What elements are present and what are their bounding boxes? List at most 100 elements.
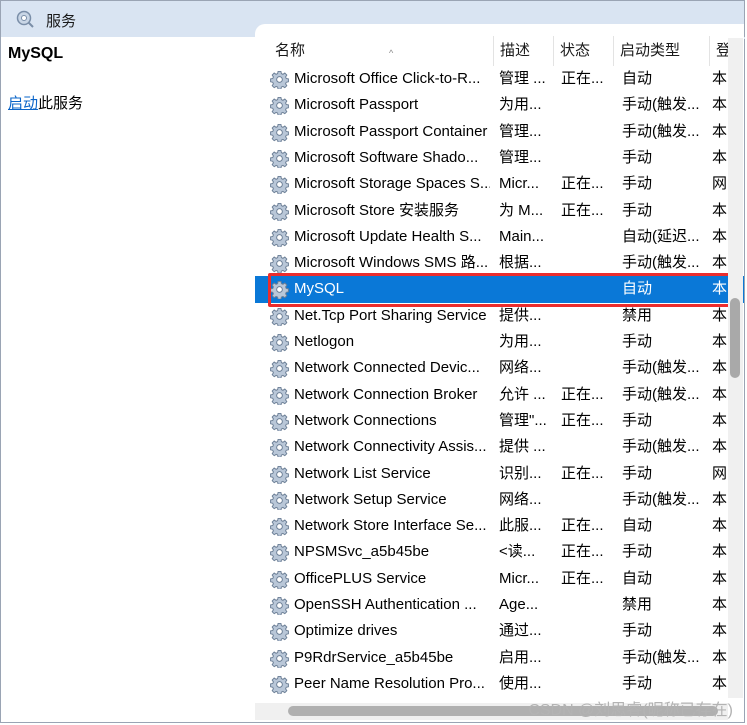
service-gear-icon — [270, 228, 289, 248]
service-row[interactable]: Optimize drives 通过... 手动 本 — [255, 618, 744, 644]
service-row[interactable]: Microsoft Passport Container 管理... 手动(触发..… — [255, 119, 744, 145]
service-status: 正在... — [561, 517, 604, 535]
service-name: Network Setup Service — [294, 490, 447, 508]
service-description: Micr... — [499, 569, 539, 587]
service-row[interactable]: Peer Name Resolution Pro... 使用... 手动 本 — [255, 671, 744, 697]
service-startup-type: 手动 — [622, 464, 653, 482]
vertical-scrollbar[interactable] — [728, 38, 743, 698]
service-gear-icon — [270, 280, 289, 301]
service-row[interactable]: Netlogon 为用... 手动 本 — [255, 329, 744, 355]
service-name: P9RdrService_a5b45be — [294, 648, 454, 666]
service-startup-type: 手动(触发... — [622, 359, 700, 377]
service-status — [561, 224, 609, 250]
column-header-desc[interactable]: 描述 — [494, 36, 554, 66]
service-row[interactable]: Network Connection Broker 允许 ... 正在... 手动(触… — [255, 382, 744, 408]
service-row[interactable]: Microsoft Windows SMS 路... 根据... 手动(触发... 本 — [255, 250, 744, 276]
service-row[interactable]: P9RdrService_a5b45be 启用... 手动(触发... 本 — [255, 645, 744, 671]
service-gear-icon — [270, 359, 289, 380]
service-startup-type: 禁用 — [622, 596, 653, 613]
column-header-startup[interactable]: 启动类型 — [614, 36, 710, 66]
service-row[interactable]: Network Connectivity Assis... 提供 ... 手动(触发… — [255, 434, 744, 460]
vertical-scroll-thumb[interactable] — [730, 298, 740, 378]
service-startup-type: 手动 — [622, 543, 653, 561]
service-row[interactable]: Network List Service 识别... 正在... 手动 网 — [255, 461, 744, 487]
service-startup-type: 禁用 — [622, 306, 653, 324]
column-header-row: 名称 ^ 描述 状态 启动类型 登 — [255, 36, 744, 66]
service-description: 提供 ... — [499, 438, 546, 456]
service-row[interactable]: Microsoft Passport 为用... 手动(触发... 本 — [255, 92, 744, 118]
service-logon: 本 — [712, 70, 728, 87]
service-status: 正在... — [561, 569, 604, 587]
service-gear-icon — [270, 386, 289, 406]
service-status: 正在... — [561, 543, 604, 561]
service-logon: 本 — [712, 254, 728, 272]
service-row[interactable]: MySQL 自动 本 — [255, 276, 744, 303]
service-name: Microsoft Windows SMS 路... — [294, 254, 489, 272]
service-name: Network Connectivity Assis... — [294, 438, 487, 456]
service-row[interactable]: Net.Tcp Port Sharing Service 提供... 禁用 本 — [255, 303, 744, 329]
service-status — [561, 329, 609, 355]
service-row[interactable]: Microsoft Update Health S... Main... 自动(延迟… — [255, 224, 744, 250]
service-name: Microsoft Update Health S... — [294, 227, 482, 245]
service-row[interactable]: OpenSSH Authentication ... Age... 禁用 本 — [255, 592, 744, 618]
service-gear-icon — [270, 649, 289, 669]
service-description: 为 M... — [499, 201, 544, 219]
service-row[interactable]: OfficePLUS Service Micr... 正在... 自动 本 — [255, 566, 744, 592]
column-header-name[interactable]: 名称 ^ — [269, 36, 494, 66]
service-row[interactable]: Microsoft Office Click-to-R... 管理 ... 正在..… — [255, 66, 744, 92]
service-description: 管理... — [499, 148, 542, 166]
service-description: 识别... — [499, 464, 542, 482]
service-startup-type: 手动 — [622, 148, 653, 166]
service-gear-icon — [270, 596, 289, 616]
service-status — [561, 487, 609, 513]
service-description: 管理"... — [499, 411, 547, 429]
service-description: 启用... — [499, 648, 542, 666]
service-logon: 本 — [712, 569, 728, 587]
service-description: 管理... — [499, 122, 542, 140]
service-row[interactable]: Network Connected Devic... 网络... 手动(触发... 本 — [255, 355, 744, 381]
service-row[interactable]: Network Connections 管理"... 正在... 手动 本 — [255, 408, 744, 434]
service-status — [561, 592, 609, 618]
service-row[interactable]: Network Setup Service 网络... 手动(触发... 本 — [255, 487, 744, 513]
service-gear-icon — [270, 622, 289, 643]
service-row[interactable]: NPSMSvc_a5b45be <读... 正在... 手动 本 — [255, 539, 744, 565]
service-description: 网络... — [499, 359, 542, 377]
start-service-link[interactable]: 启动 — [8, 95, 38, 112]
service-status: 正在... — [561, 201, 604, 219]
service-name: Net.Tcp Port Sharing Service — [294, 306, 487, 324]
service-startup-type: 手动 — [622, 201, 653, 219]
service-logon: 本 — [712, 622, 728, 640]
service-logon: 本 — [712, 517, 728, 535]
service-name: Microsoft Storage Spaces S... — [294, 175, 490, 193]
service-row[interactable]: Network Store Interface Se... 此服... 正在... 自… — [255, 513, 744, 539]
service-name: Network List Service — [294, 464, 431, 482]
service-description: 使用... — [499, 674, 542, 692]
service-row[interactable]: Microsoft Storage Spaces S... Micr... 正在..… — [255, 171, 744, 197]
service-description: Micr... — [499, 175, 539, 193]
service-startup-type: 手动 — [622, 674, 653, 692]
service-logon: 本 — [712, 543, 728, 561]
service-status: 正在... — [561, 385, 604, 403]
service-gear-icon — [270, 543, 289, 564]
service-description — [499, 276, 549, 302]
service-startup-type: 手动(触发... — [622, 96, 700, 114]
service-description: 为用... — [499, 96, 542, 114]
service-gear-icon — [270, 412, 289, 432]
service-gear-icon — [270, 333, 289, 353]
service-status — [561, 145, 609, 171]
service-startup-type: 自动 — [622, 70, 653, 87]
service-row[interactable]: Microsoft Store 安装服务 为 M... 正在... 手动 本 — [255, 198, 744, 224]
service-logon: 本 — [712, 306, 728, 324]
service-logon: 本 — [712, 280, 728, 298]
service-gear-icon — [270, 149, 289, 169]
watermark: CSDN @刘思睿(昵称已存在) — [528, 702, 733, 719]
column-header-status[interactable]: 状态 — [554, 36, 614, 66]
service-row[interactable]: Microsoft Software Shado... 管理... 手动 本 — [255, 145, 744, 171]
service-status: 正在... — [561, 411, 604, 429]
service-status — [561, 618, 609, 644]
service-logon: 网 — [712, 464, 728, 482]
service-status: 正在... — [561, 70, 604, 87]
window-title: 服务 — [46, 13, 77, 30]
service-gear-icon — [270, 438, 289, 458]
service-logon: 本 — [712, 96, 728, 114]
